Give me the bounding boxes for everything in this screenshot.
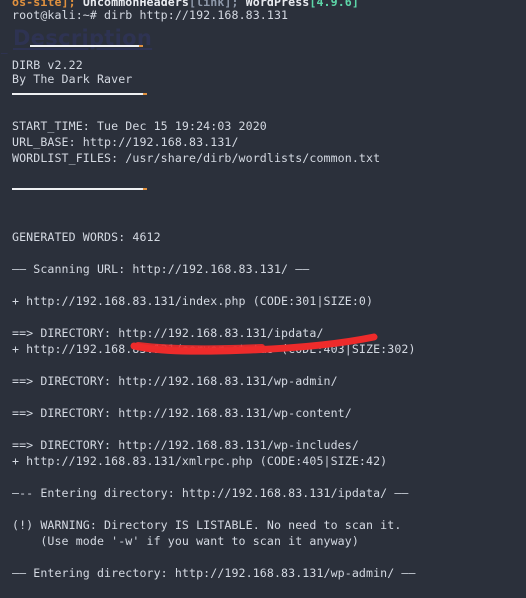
result-server-status: + http://192.168.83.131/server-status (C… [12, 342, 416, 356]
start-time-line: START_TIME: Tue Dec 15 19:24:03 2020 [12, 119, 267, 133]
url-base-line: URL_BASE: http://192.168.83.131/ [12, 135, 239, 149]
wordlist-files-line: WORDLIST_FILES: /usr/share/dirb/wordlist… [12, 151, 381, 165]
shell-prompt-line[interactable]: root@kali:~# dirb http://192.168.83.131 [12, 7, 288, 23]
entering-ipdata-line: —-- Entering directory: http://192.168.8… [12, 486, 409, 500]
entering-wp-admin-line: —— Entering directory: http://192.168.83… [12, 566, 416, 580]
directory-wp-content: ==> DIRECTORY: http://192.168.83.131/wp-… [12, 406, 352, 420]
terminal-window[interactable]: os-site]; UncommonHeaders[link]; WordPre… [0, 0, 526, 598]
watermark-bullet: _ [1, 40, 8, 55]
result-xmlrpc-php: + http://192.168.83.131/xmlrpc.php (CODE… [12, 454, 388, 468]
banner-separator-rule [12, 93, 147, 95]
parameters-separator-rule [12, 188, 147, 190]
watermark-underline-rule [30, 45, 143, 47]
shell-command: dirb http://192.168.83.131 [104, 8, 289, 22]
directory-wp-includes: ==> DIRECTORY: http://192.168.83.131/wp-… [12, 438, 359, 452]
result-index-php: + http://192.168.83.131/index.php (CODE:… [12, 294, 374, 308]
previous-output-segment-5: [4.9.6] [309, 0, 359, 9]
scanning-url-line: —— Scanning URL: http://192.168.83.131/ … [12, 262, 310, 276]
shell-prompt: root@kali:~# [12, 8, 105, 22]
directory-ipdata: ==> DIRECTORY: http://192.168.83.131/ipd… [12, 326, 324, 340]
dirb-author-line: By The Dark Raver [12, 72, 133, 86]
warning-listable-line: (!) WARNING: Directory IS LISTABLE. No n… [12, 518, 402, 532]
generated-words-line: GENERATED WORDS: 4612 [12, 230, 161, 244]
warning-hint-line: (Use mode '-w' if you want to scan it an… [12, 534, 359, 548]
directory-wp-admin: ==> DIRECTORY: http://192.168.83.131/wp-… [12, 374, 338, 388]
